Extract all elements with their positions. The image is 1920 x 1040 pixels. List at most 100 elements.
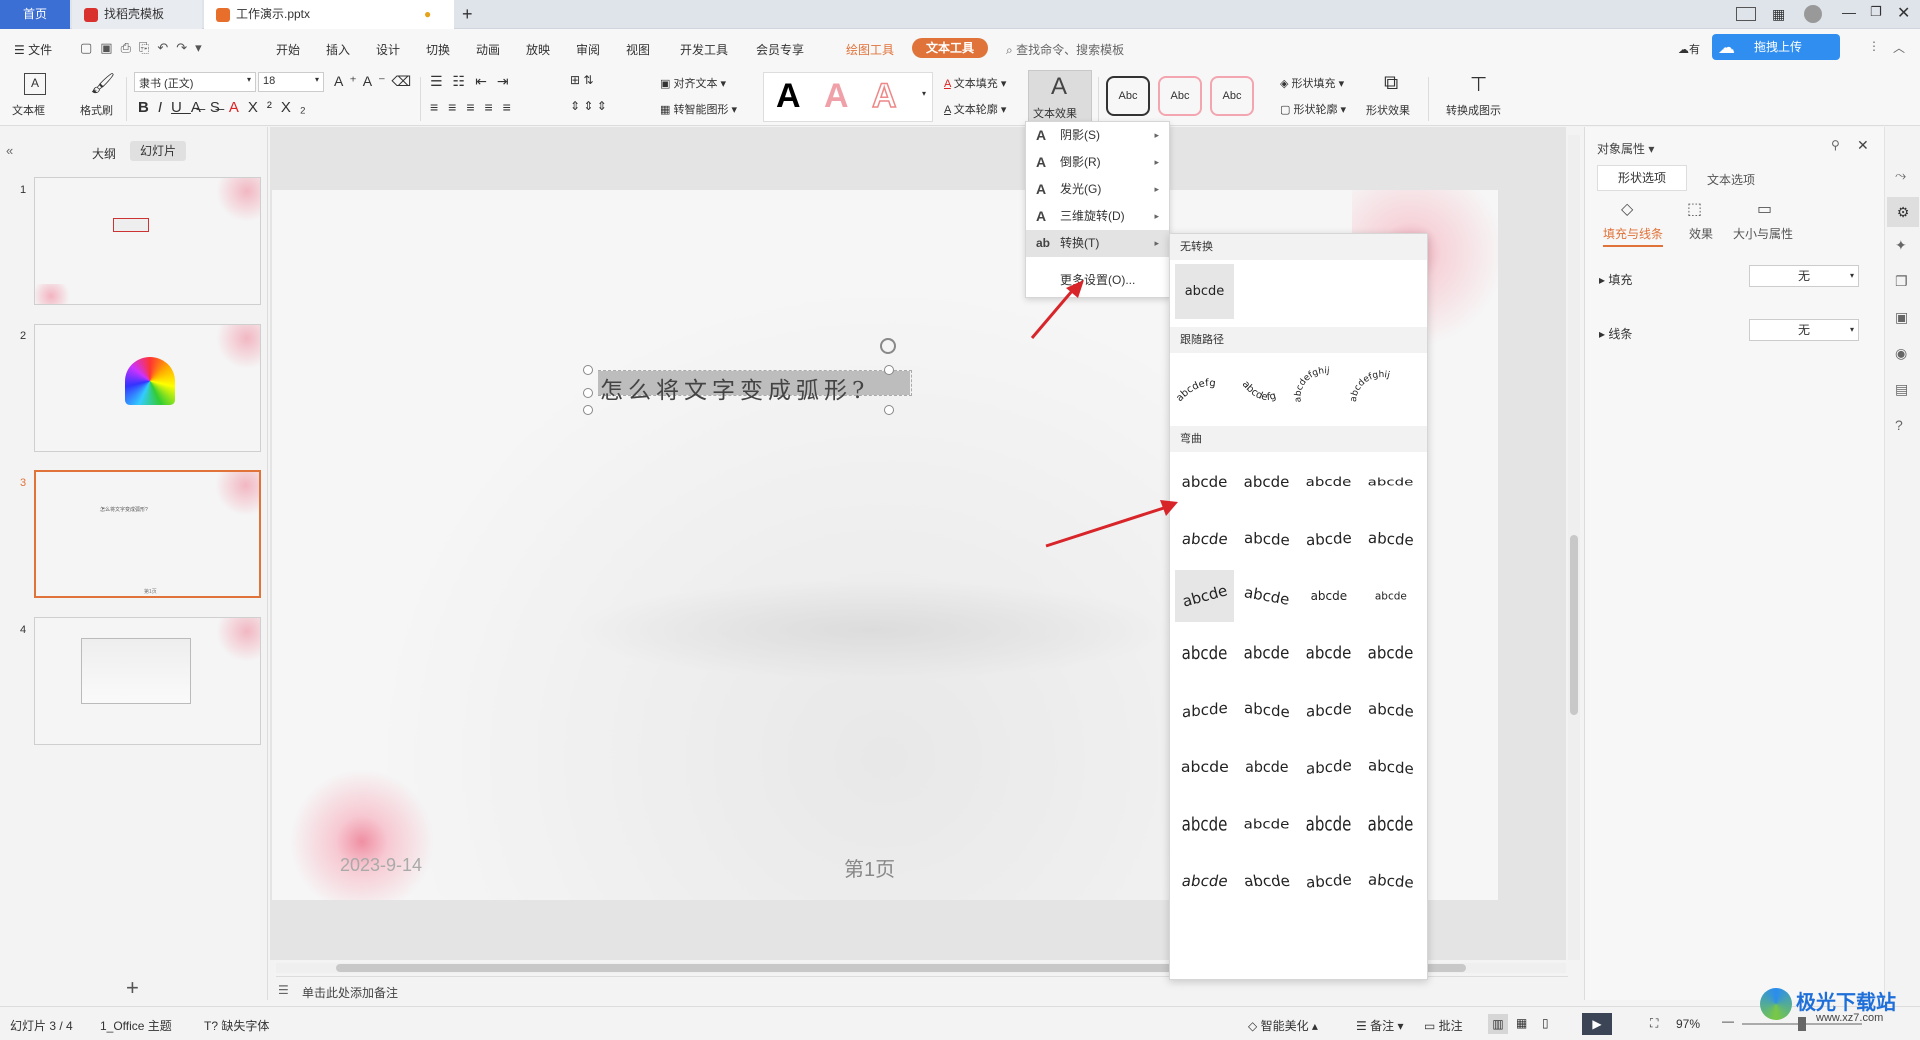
menu-item-reflection[interactable]: A 倒影(R) ▸	[1026, 149, 1169, 176]
tab-template[interactable]: 找稻壳模板	[72, 0, 202, 29]
menu-item-glow[interactable]: A 发光(G) ▸	[1026, 176, 1169, 203]
slide-date[interactable]: 2023-9-14	[340, 855, 422, 876]
menu-item-transform[interactable]: ab 转换(T) ▸	[1026, 230, 1169, 257]
file-menu[interactable]: ☰ 文件	[14, 41, 52, 58]
scrollbar-thumb[interactable]	[1570, 535, 1578, 715]
menu-text-tools[interactable]: 文本工具	[912, 38, 988, 58]
font-style-buttons[interactable]: BIUA̶S̶AX²X₂	[138, 99, 315, 116]
shape-style-1[interactable]: Abc	[1106, 76, 1150, 116]
warp-option[interactable]: abcde	[1237, 684, 1296, 736]
collapse-ribbon-icon[interactable]: ︿	[1893, 39, 1905, 56]
text-direction-icons[interactable]: ⊞ ⇅	[570, 73, 593, 87]
notes-pane[interactable]: ☰ 单击此处添加备注	[276, 976, 1568, 1006]
text-effect-button[interactable]: A 文本效果	[1028, 70, 1092, 124]
layout-icon[interactable]	[1736, 7, 1756, 21]
format-painter-button[interactable]: 格式刷	[80, 102, 113, 118]
warp-option[interactable]: abcde	[1237, 741, 1296, 793]
shape-outline-button[interactable]: ▢ 形状轮廓 ▾	[1280, 101, 1346, 117]
menu-developer[interactable]: 开发工具	[680, 41, 728, 58]
path-circle[interactable]: abcdefghij	[1293, 366, 1330, 403]
paragraph-align-icons[interactable]: ≡≡≡≡≡	[430, 99, 521, 115]
follow-path-gallery[interactable]: abcdefg abcdefg abcdefghij abcdefghij	[1170, 354, 1427, 420]
smart-shape-button[interactable]: ▦ 转智能图形 ▾	[660, 101, 737, 117]
warp-option[interactable]: abcde	[1237, 570, 1296, 622]
menu-animation[interactable]: 动画	[476, 41, 500, 58]
menu-member[interactable]: 会员专享	[756, 41, 804, 58]
warp-option[interactable]: abcde	[1237, 513, 1296, 565]
text-style-outline[interactable]: A	[871, 76, 897, 116]
resize-handle[interactable]	[583, 405, 593, 415]
subtab-size-properties[interactable]: 大小与属性	[1733, 225, 1793, 242]
warp-option[interactable]: abcde	[1237, 627, 1296, 679]
location-icon[interactable]: ◉	[1895, 345, 1907, 362]
apps-grid-icon[interactable]: ▦	[1772, 6, 1785, 23]
warp-option[interactable]: abcde	[1237, 456, 1296, 508]
fit-icon[interactable]: ⛶	[1650, 1016, 1658, 1031]
warp-option[interactable]: abcde	[1175, 741, 1234, 793]
subtab-effect[interactable]: 效果	[1689, 225, 1713, 242]
menu-insert[interactable]: 插入	[326, 41, 350, 58]
warp-option[interactable]: abcde	[1175, 456, 1234, 508]
transform-none[interactable]: abcde	[1175, 264, 1234, 319]
transition-icon[interactable]: ⤳	[1895, 167, 1906, 184]
menu-view[interactable]: 视图	[626, 41, 650, 58]
slide-thumbnail-2[interactable]	[34, 324, 261, 452]
subtab-fill-line[interactable]: 填充与线条	[1603, 225, 1664, 247]
path-button[interactable]: abcdefghij	[1349, 370, 1391, 402]
menu-start[interactable]: 开始	[276, 41, 300, 58]
sorter-view-icon[interactable]: ▦	[1516, 1016, 1527, 1030]
pane-title[interactable]: 对象属性 ▾	[1597, 140, 1654, 157]
tab-shape-options[interactable]: 形状选项	[1597, 165, 1687, 191]
tab-text-options[interactable]: 文本选项	[1707, 171, 1755, 188]
slide-thumbnail-3[interactable]: 怎么将文字变成弧形? 第1页	[34, 470, 261, 598]
convert-diagram-button[interactable]: 转换成图示	[1446, 102, 1501, 118]
tab-home[interactable]: 首页	[0, 0, 70, 29]
warp-option[interactable]: abcde	[1361, 741, 1420, 793]
close-icon[interactable]: ✕	[1897, 3, 1910, 23]
font-family-select[interactable]: 隶书 (正文) ▾	[134, 72, 256, 92]
animation-icon[interactable]: ✦	[1895, 237, 1907, 254]
fill-section[interactable]: ▸ 填充	[1599, 271, 1632, 288]
warp-option[interactable]: abcde	[1361, 513, 1420, 565]
collapse-panel-icon[interactable]: «	[6, 143, 13, 158]
warp-option[interactable]: abcde	[1175, 627, 1234, 679]
warp-option[interactable]: abcde	[1299, 570, 1358, 622]
zoom-out-icon[interactable]: —	[1722, 1014, 1734, 1028]
play-button[interactable]: ▶	[1582, 1013, 1612, 1035]
line-select[interactable]: 无 ▾	[1749, 319, 1859, 341]
warp-option[interactable]: abcde	[1361, 855, 1420, 907]
warp-option[interactable]: abcde	[1175, 855, 1234, 907]
font-size-select[interactable]: 18 ▾	[258, 72, 324, 92]
warp-option[interactable]: abcde	[1175, 798, 1234, 850]
warp-option[interactable]: abcde	[1299, 798, 1358, 850]
new-tab-button[interactable]: +	[462, 4, 473, 25]
rotate-handle-icon[interactable]	[880, 338, 896, 354]
menu-transition[interactable]: 切换	[426, 41, 450, 58]
gallery-expand-icon[interactable]: ▾	[922, 89, 926, 98]
cloud-sync[interactable]: ☁有	[1678, 41, 1700, 57]
warp-option[interactable]: abcde	[1237, 855, 1296, 907]
close-icon[interactable]: ✕	[1857, 137, 1869, 154]
warp-option[interactable]: abcde	[1299, 741, 1358, 793]
warp-option[interactable]: abcde	[1175, 570, 1234, 622]
resize-handle[interactable]	[884, 365, 894, 375]
shape-style-2[interactable]: Abc	[1158, 76, 1202, 116]
warp-option[interactable]: abcde	[1175, 684, 1234, 736]
tab-slides[interactable]: 幻灯片	[130, 141, 186, 161]
line-spacing-icons[interactable]: ⇕ ⇕ ⇕	[570, 99, 607, 113]
warp-option[interactable]: abcde	[1361, 684, 1420, 736]
more-icon[interactable]: ⋮	[1868, 39, 1880, 53]
shape-fill-button[interactable]: ◈ 形状填充 ▾	[1280, 75, 1344, 91]
list-indent-icons[interactable]: ☰☷⇤⇥	[430, 73, 519, 90]
shape-style-3[interactable]: Abc	[1210, 76, 1254, 116]
text-fill-button[interactable]: A 文本填充 ▾	[944, 75, 1006, 91]
add-slide-button[interactable]: +	[126, 975, 139, 1001]
tab-document[interactable]: 工作演示.pptx ●	[204, 0, 454, 29]
vertical-scrollbar[interactable]	[1568, 135, 1580, 960]
warp-option[interactable]: abcde	[1237, 798, 1296, 850]
path-arch-down[interactable]: abcdefg	[1240, 379, 1278, 403]
quick-access-icons[interactable]: ▢▣⎙⎘↶↷▾	[80, 40, 210, 56]
properties-icon[interactable]: ⚙	[1887, 197, 1919, 227]
warp-option[interactable]: abcde	[1299, 855, 1358, 907]
warp-option[interactable]: abcde	[1299, 456, 1358, 508]
